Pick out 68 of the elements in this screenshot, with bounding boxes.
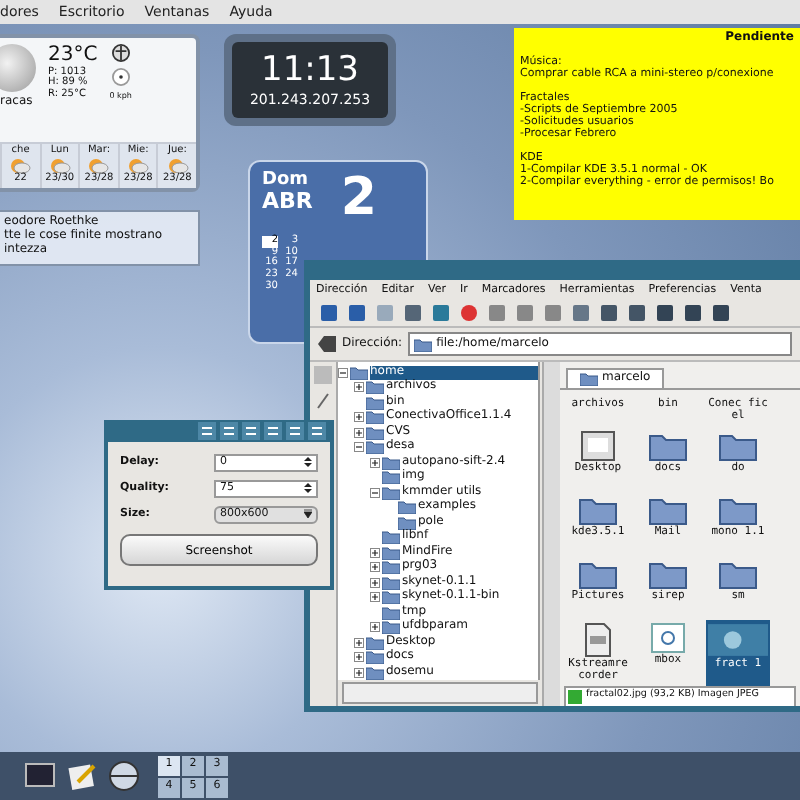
toolbar-icon[interactable] <box>570 302 592 325</box>
toolbar-icon[interactable] <box>598 302 620 325</box>
titlebar-button-icon[interactable] <box>198 422 216 440</box>
folder-icon <box>718 558 758 591</box>
toolbar-icon[interactable] <box>710 302 732 325</box>
clear-icon[interactable] <box>318 336 336 353</box>
folder-icon <box>648 558 688 591</box>
clock-time: 11:13 <box>261 52 359 92</box>
collapse-icon[interactable] <box>370 487 380 498</box>
calendar-month: ABR <box>262 190 313 216</box>
toolbar-icon[interactable] <box>346 302 368 325</box>
spin-arrows-icon[interactable] <box>304 456 312 468</box>
moon-icon <box>0 44 36 92</box>
expand-icon[interactable] <box>354 652 364 663</box>
cloud-sun-icon <box>8 156 33 175</box>
cloud-sun-icon <box>126 156 151 175</box>
folder-icon <box>578 558 618 591</box>
folder-icon <box>718 430 758 463</box>
terminal-icon[interactable] <box>24 760 56 792</box>
titlebar-button-icon[interactable] <box>220 422 238 440</box>
calendar-day: 2 <box>340 170 377 230</box>
folder-icon <box>648 430 688 463</box>
folder-icon <box>578 494 618 527</box>
email-icon <box>650 622 686 655</box>
expand-icon[interactable] <box>370 577 380 588</box>
compass-icon <box>111 68 130 86</box>
toolbar-icon[interactable] <box>626 302 648 325</box>
folder-icon <box>718 494 758 527</box>
toolbar-icon[interactable] <box>458 302 480 325</box>
image-thumbnail <box>708 622 768 659</box>
folder-icon <box>414 337 433 352</box>
expand-icon[interactable] <box>370 547 380 558</box>
calendar-weekday: Dom <box>262 170 311 191</box>
expand-icon[interactable] <box>354 382 364 393</box>
notepad-icon[interactable] <box>66 760 98 792</box>
cloud-sun-icon <box>165 156 190 175</box>
temperature: 23°C <box>48 44 98 66</box>
expand-icon[interactable] <box>370 592 380 603</box>
document-icon <box>582 622 614 659</box>
monitor-icon <box>580 430 616 463</box>
titlebar-button-icon[interactable] <box>242 422 260 440</box>
cloud-sun-icon <box>86 156 111 175</box>
toolbar-icon[interactable] <box>402 302 424 325</box>
titlebar-button-icon[interactable] <box>264 422 282 440</box>
expand-icon[interactable] <box>370 457 380 468</box>
expand-icon[interactable] <box>354 667 364 678</box>
toolbar-icon[interactable] <box>682 302 704 325</box>
image-file-icon <box>568 689 582 703</box>
expand-icon[interactable] <box>370 622 380 633</box>
scrollbar[interactable] <box>542 362 560 706</box>
expand-icon[interactable] <box>354 427 364 438</box>
dropdown-arrow-icon <box>304 508 312 520</box>
titlebar-button-icon[interactable] <box>286 422 304 440</box>
spin-arrows-icon[interactable] <box>304 482 312 494</box>
expand-icon[interactable] <box>354 412 364 423</box>
expand-icon[interactable] <box>370 562 380 573</box>
titlebar-button-icon[interactable] <box>308 422 326 440</box>
toolbar-icon[interactable] <box>654 302 676 325</box>
expand-icon[interactable] <box>354 637 364 648</box>
collapse-icon[interactable] <box>338 367 348 378</box>
collapse-icon[interactable] <box>354 442 364 453</box>
folder-icon <box>648 494 688 527</box>
folder-icon <box>580 372 598 387</box>
globe-icon <box>111 44 130 62</box>
globe-icon[interactable] <box>108 760 140 792</box>
cloud-sun-icon <box>47 156 72 175</box>
toolbar-icon[interactable] <box>430 302 452 325</box>
toolbar-icon[interactable] <box>318 302 340 325</box>
